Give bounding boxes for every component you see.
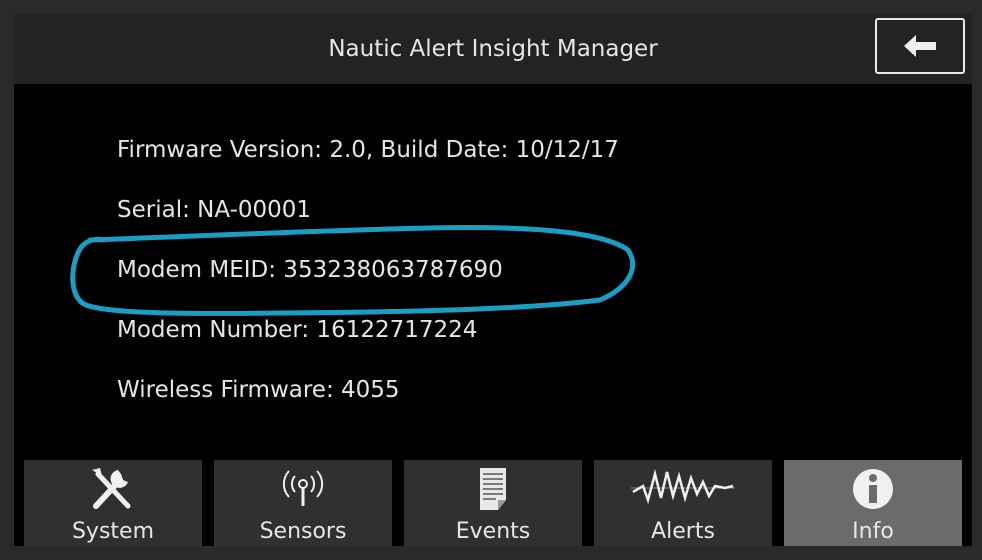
modem-meid-text: Modem MEID: 353238063787690 [117,257,503,283]
tab-system[interactable]: System [24,460,202,546]
tab-label: Sensors [259,519,347,544]
waveform-icon [631,469,735,505]
tab-sensors[interactable]: Sensors [214,460,392,546]
device-screen: Nautic Alert Insight Manager Firmware Ve… [14,14,972,546]
arrow-left-icon [904,35,936,57]
tab-info[interactable]: Info [784,460,962,546]
tab-alerts[interactable]: Alerts [594,460,772,546]
serial-text: Serial: NA-00001 [117,197,312,223]
info-icon [853,469,893,509]
back-button[interactable] [875,18,965,74]
antenna-icon [282,470,324,506]
document-icon [480,468,506,510]
bottom-tab-bar: System Sensors Events Alerts Info [14,460,972,546]
title-bar: Nautic Alert Insight Manager [14,14,972,84]
tools-icon [92,468,131,509]
modem-number-text: Modem Number: 16122717224 [117,317,478,343]
firmware-version-text: Firmware Version: 2.0, Build Date: 10/12… [117,137,619,163]
tab-label: Alerts [651,519,715,544]
tab-label: Info [852,519,894,544]
page-title: Nautic Alert Insight Manager [328,36,658,62]
wireless-firmware-text: Wireless Firmware: 4055 [117,377,400,403]
tab-events[interactable]: Events [404,460,582,546]
tab-label: System [71,519,155,544]
tab-label: Events [455,519,531,544]
